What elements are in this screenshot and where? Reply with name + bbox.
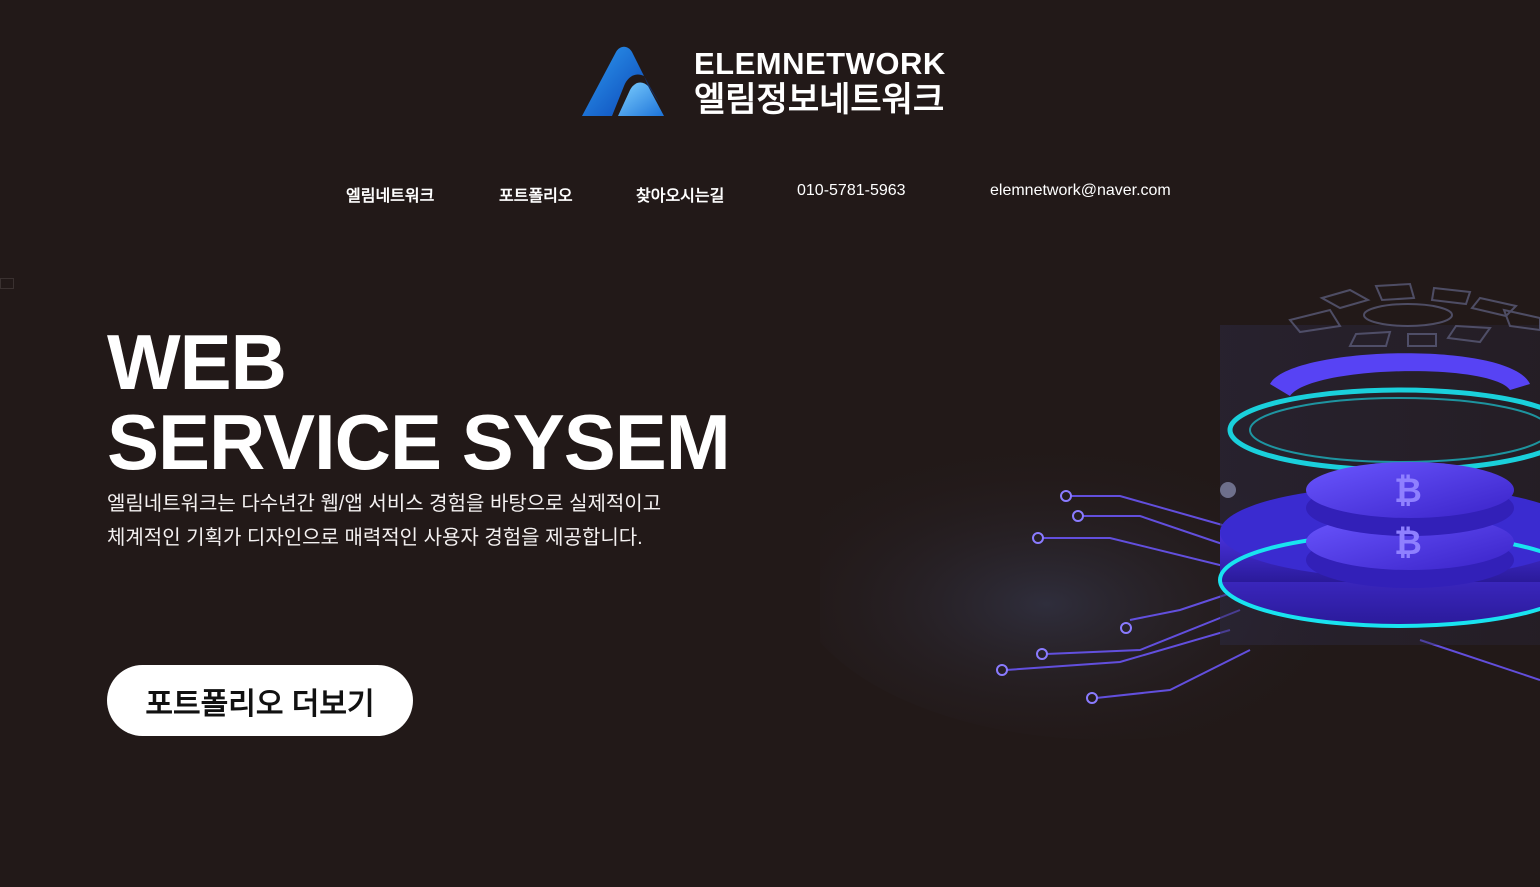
portfolio-more-button[interactable]: 포트폴리오 더보기: [107, 665, 413, 736]
hero-description: 엘림네트워크는 다수년간 웹/앱 서비스 경험을 바탕으로 실제적이고 체계적인…: [107, 487, 661, 555]
hero-title: WEB SERVICE SYSEM: [107, 318, 731, 486]
hero-description-line-1: 엘림네트워크는 다수년간 웹/앱 서비스 경험을 바탕으로 실제적이고: [107, 493, 662, 515]
logo-link[interactable]: ELEMNETWORK 엘림정보네트워크: [582, 44, 946, 118]
nav-item-portfolio[interactable]: 포트폴리오: [499, 182, 573, 206]
svg-text:₿: ₿: [1394, 471, 1422, 511]
logo-icon: [582, 46, 664, 116]
broken-image-icon: [0, 278, 14, 289]
logo-english-name: ELEMNETWORK: [694, 45, 946, 81]
nav-item-company[interactable]: 엘림네트워크: [346, 182, 434, 206]
bitcoin-coin-stack-icon: ₿ ₿: [820, 282, 1540, 740]
main-nav: 엘림네트워크 포트폴리오 찾아오시는길 010-5781-5963 elemne…: [0, 182, 1540, 206]
page: ELEMNETWORK 엘림정보네트워크 엘림네트워크 포트폴리오 찾아오시는길…: [0, 0, 1540, 887]
svg-text:₿: ₿: [1394, 523, 1422, 563]
nav-item-phone[interactable]: 010-5781-5963: [797, 182, 906, 200]
nav-item-directions[interactable]: 찾아오시는길: [636, 182, 724, 206]
hero-title-line-1: WEB: [107, 318, 287, 406]
hero-description-line-2: 체계적인 기획가 디자인으로 매력적인 사용자 경험을 제공합니다.: [107, 527, 643, 549]
nav-item-email[interactable]: elemnetwork@naver.com: [990, 182, 1171, 200]
logo-korean-name: 엘림정보네트워크: [694, 80, 945, 119]
hero-title-line-2: SERVICE SYSEM: [107, 398, 731, 486]
